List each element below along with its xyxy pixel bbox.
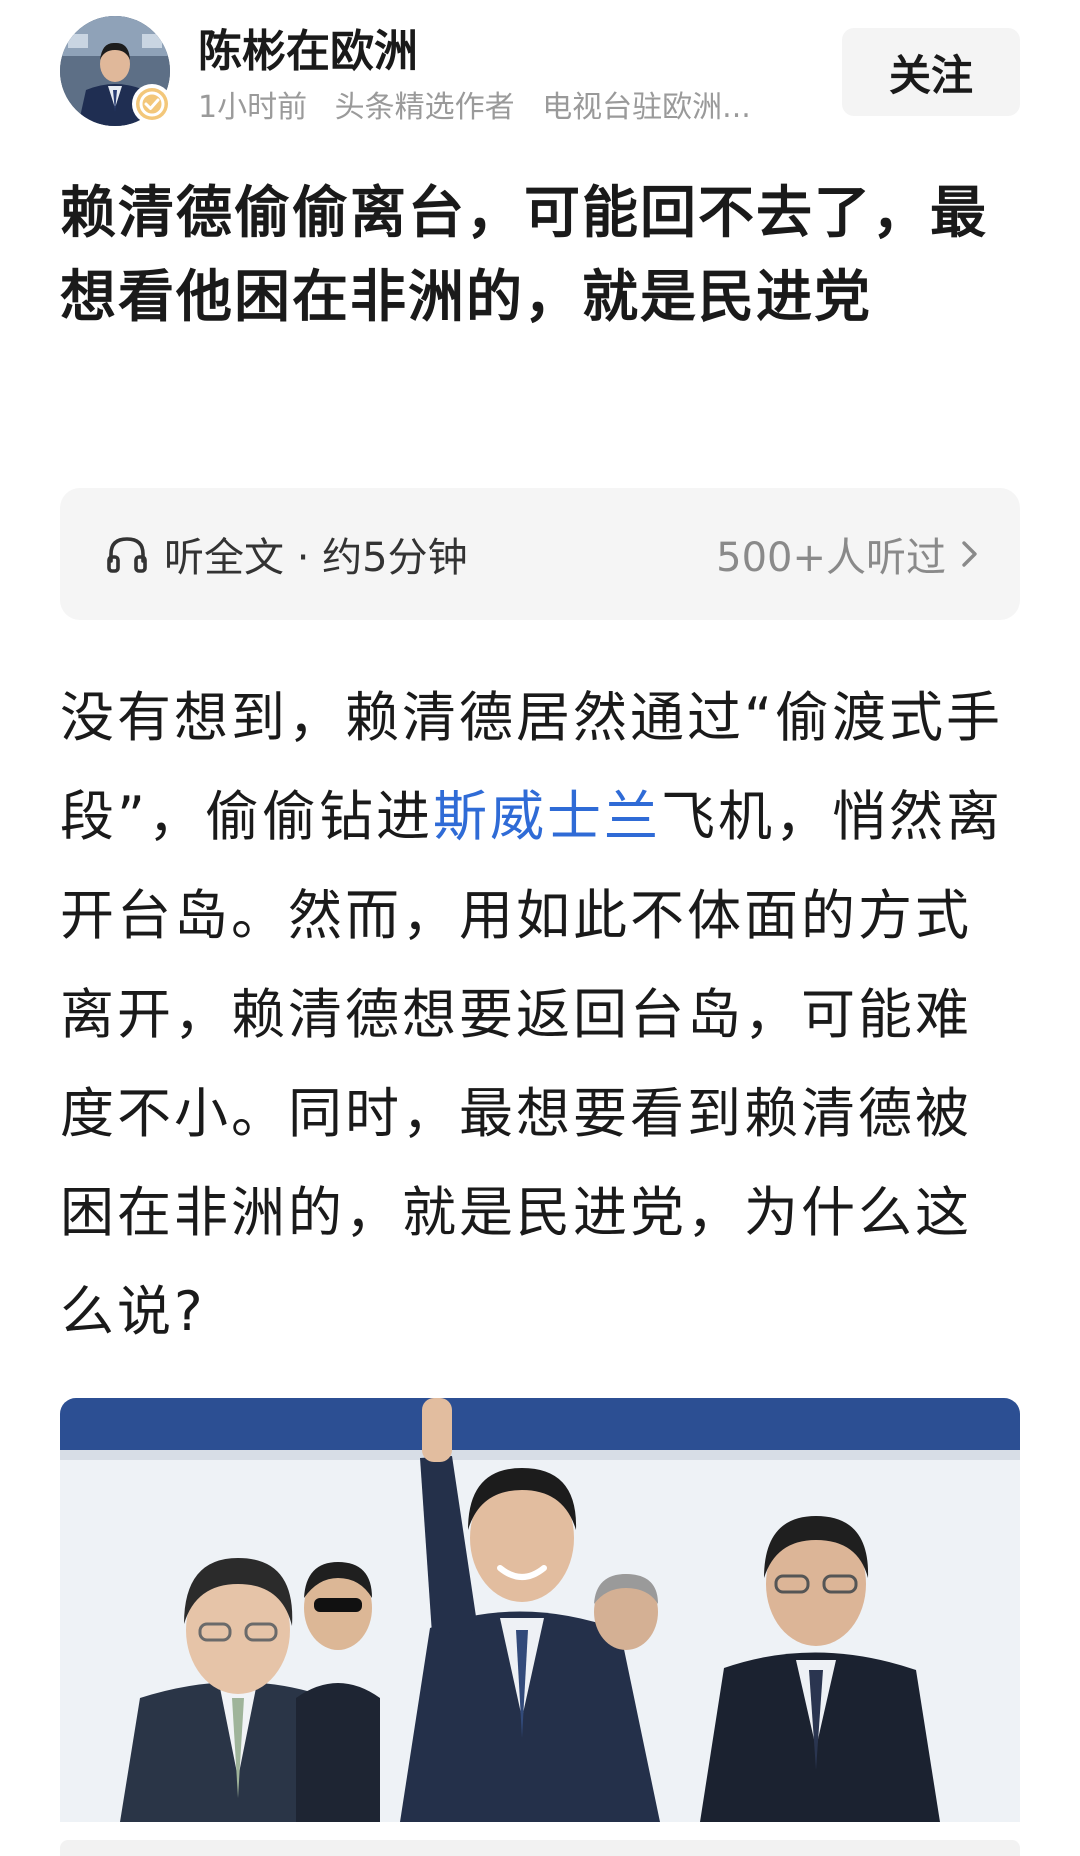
next-content-strip [60, 1840, 1020, 1856]
article-body: 没有想到，赖清德居然通过“偷渡式手段”，偷偷钻进斯威士兰飞机，悄然离开台岛。然而… [60, 668, 1020, 1361]
headphones-icon [104, 531, 150, 577]
listen-audio-bar[interactable]: 听全文 · 约5分钟 500+人听过 [60, 488, 1020, 620]
author-description: 电视台驻欧洲... [542, 90, 751, 125]
author-tag: 头条精选作者 [334, 90, 515, 125]
article-headline: 赖清德偷偷离台，可能回不去了，最想看他困在非洲的，就是民进党 [60, 181, 988, 330]
swaziland-link[interactable]: 斯威士兰 [433, 785, 661, 848]
author-row: 陈彬在欧洲 1小时前 头条精选作者 电视台驻欧洲... 关注 [60, 16, 1020, 128]
listen-label: 听全文 · 约5分钟 [164, 535, 468, 581]
listen-left: 听全文 · 约5分钟 [104, 488, 468, 620]
follow-button[interactable]: 关注 [842, 28, 1020, 116]
author-name[interactable]: 陈彬在欧洲 [198, 22, 418, 82]
author-meta: 1小时前 头条精选作者 电视台驻欧洲... [198, 88, 848, 128]
author-avatar-wrap[interactable] [60, 16, 172, 126]
listen-count: 500+人听过 [716, 535, 946, 581]
chevron-right-icon [960, 538, 980, 570]
verified-badge-icon [132, 84, 172, 124]
body-text-part2: 飞机，悄然离开台岛。然而，用如此不体面的方式离开，赖清德想要返回台岛，可能难度不… [60, 785, 1003, 1343]
article-photo[interactable] [60, 1398, 1020, 1822]
post-time: 1小时前 [198, 90, 308, 125]
listen-right: 500+人听过 [716, 488, 980, 620]
